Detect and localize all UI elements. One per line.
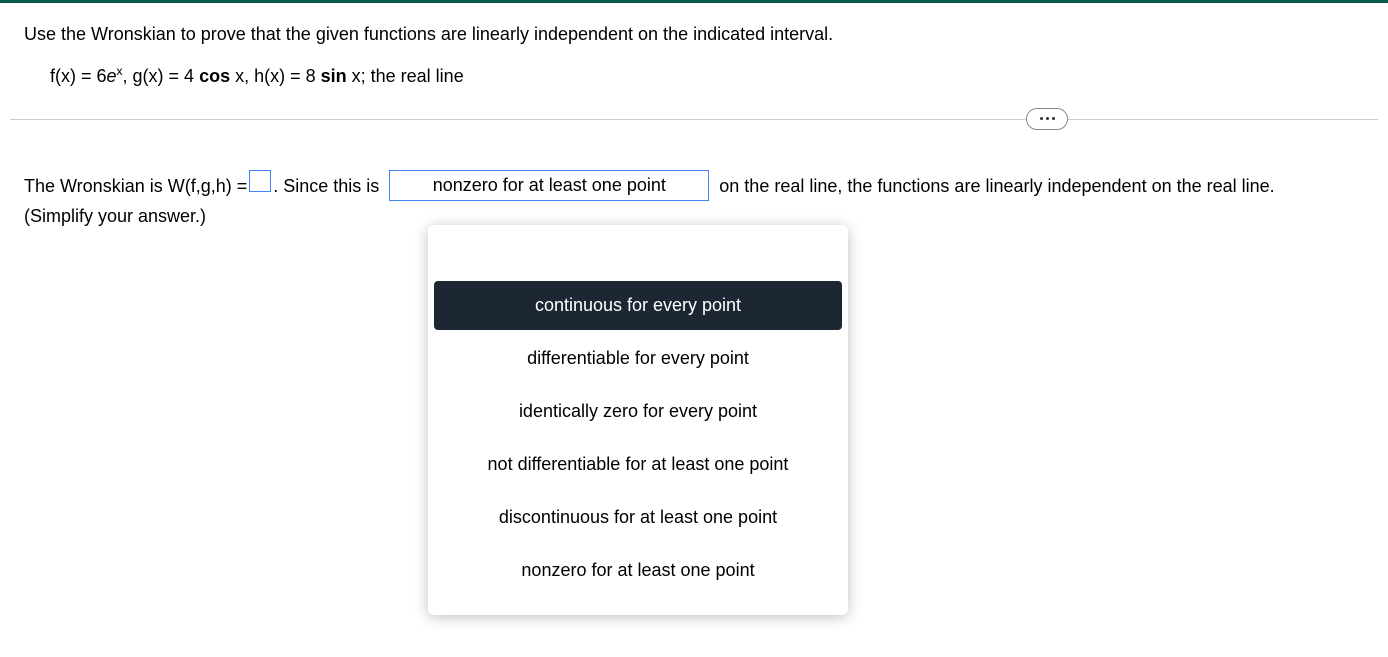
dropdown-option-nonzero[interactable]: nonzero for at least one point (434, 546, 842, 595)
dot-icon (1040, 117, 1043, 120)
simplify-note: (Simplify your answer.) (0, 202, 1388, 227)
eq-mid1: , g(x) = 4 (123, 66, 200, 86)
condition-dropdown[interactable]: nonzero for at least one point (389, 170, 709, 201)
eq-mid2: x, h(x) = 8 (230, 66, 321, 86)
question-area: Use the Wronskian to prove that the give… (0, 3, 1388, 119)
dropdown-option-differentiable[interactable]: differentiable for every point (434, 334, 842, 383)
eq-suffix: x; the real line (347, 66, 464, 86)
answer-part3: on the real line, the functions are line… (719, 170, 1274, 202)
answer-part2: . Since this is (273, 170, 379, 202)
dropdown-option-not-differentiable[interactable]: not differentiable for at least one poin… (434, 440, 842, 489)
dot-icon (1046, 117, 1049, 120)
eq-cos: cos (199, 66, 230, 86)
dot-icon (1052, 117, 1055, 120)
eq-prefix: f(x) = 6 (50, 66, 107, 86)
wronskian-input[interactable] (249, 170, 271, 192)
answer-part1: The Wronskian is W(f,g,h) = (24, 170, 247, 202)
dropdown-option-discontinuous[interactable]: discontinuous for at least one point (434, 493, 842, 542)
dropdown-option-identically-zero[interactable]: identically zero for every point (434, 387, 842, 436)
equation-line: f(x) = 6ex, g(x) = 4 cos x, h(x) = 8 sin… (24, 62, 1364, 91)
eq-sin: sin (321, 66, 347, 86)
eq-e: e (107, 66, 117, 86)
question-prompt: Use the Wronskian to prove that the give… (24, 21, 1364, 48)
answer-row: The Wronskian is W(f,g,h) = . Since this… (0, 120, 1388, 202)
divider (10, 119, 1378, 120)
more-options-button[interactable] (1026, 108, 1068, 130)
dropdown-menu: continuous for every point differentiabl… (428, 225, 848, 615)
dropdown-option-continuous[interactable]: continuous for every point (434, 281, 842, 330)
